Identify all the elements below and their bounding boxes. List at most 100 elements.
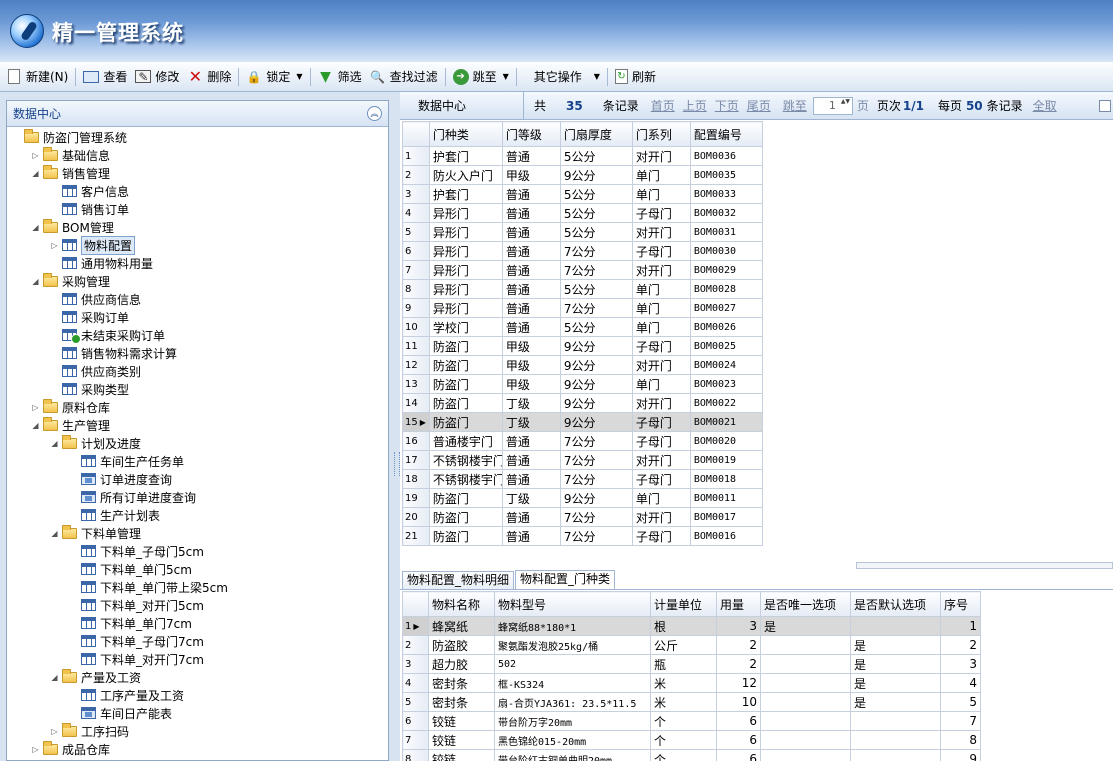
expand-down-icon[interactable]: ◢	[49, 673, 60, 682]
table-cell[interactable]: BOM0024	[689, 355, 763, 375]
tree-node[interactable]: 车间日产能表	[7, 704, 388, 722]
table-cell[interactable]: 黑色锦纶015-20mm	[494, 730, 651, 750]
row-number-cell[interactable]: 6	[402, 241, 430, 261]
table-cell[interactable]: 普通	[501, 298, 561, 318]
table-cell[interactable]: 扇-合页YJA361: 23.5*11.5	[494, 692, 651, 712]
column-header[interactable]: 计量单位	[650, 591, 717, 617]
tree-node[interactable]: ▷ 工序扫码	[7, 722, 388, 740]
table-cell[interactable]: 对开门	[631, 393, 691, 413]
table-cell[interactable]: 铰链	[428, 711, 495, 731]
table-row[interactable]: 2 防火入户门 甲级 9公分 单门 BOM0035	[402, 165, 763, 185]
table-cell[interactable]: 9公分	[559, 165, 633, 185]
expand-down-icon[interactable]: ◢	[30, 169, 41, 178]
row-number-cell[interactable]: 1	[402, 146, 430, 166]
tab-material-detail[interactable]: 物料配置_物料明细	[402, 571, 515, 589]
select-all-link[interactable]: 全取	[1033, 97, 1057, 114]
table-cell[interactable]: 学校门	[428, 317, 503, 337]
row-number-cell[interactable]: 17	[402, 450, 430, 470]
table-cell[interactable]: 米	[650, 692, 717, 712]
tree-node[interactable]: ▷ 基础信息	[7, 146, 388, 164]
row-number-cell[interactable]: 8	[402, 749, 429, 761]
table-cell[interactable]: 是	[850, 635, 941, 655]
table-cell[interactable]: 单门	[631, 298, 691, 318]
tree-node[interactable]: 通用物料用量	[7, 254, 388, 272]
table-cell[interactable]: 9	[940, 749, 981, 761]
table-row[interactable]: 17 不锈钢楼宇门 普通 7公分 对开门 BOM0019	[402, 450, 763, 470]
expand-right-icon[interactable]: ▷	[30, 745, 41, 754]
table-cell[interactable]: 子母门	[631, 412, 691, 432]
table-row[interactable]: 18 不锈钢楼宇门 普通 7公分 子母门 BOM0018	[402, 469, 763, 489]
row-number-cell[interactable]: 6	[402, 711, 429, 731]
table-cell[interactable]	[760, 711, 851, 731]
table-cell[interactable]: 单门	[631, 165, 691, 185]
table-cell[interactable]: 公斤	[650, 635, 717, 655]
table-cell[interactable]: 防盗门	[428, 488, 503, 508]
row-number-cell[interactable]: 4	[402, 203, 430, 223]
column-header[interactable]: 门种类	[428, 121, 503, 147]
table-cell[interactable]: 普通	[501, 507, 561, 527]
table-cell[interactable]: 子母门	[631, 241, 691, 261]
table-cell[interactable]: 超力胶	[428, 654, 495, 674]
table-cell[interactable]: 7公分	[559, 298, 633, 318]
table-cell[interactable]: 7公分	[559, 450, 633, 470]
table-cell[interactable]: 蜂窝纸	[428, 616, 495, 636]
table-cell[interactable]: 丁级	[501, 488, 561, 508]
table-cell[interactable]: 带台阶万字20mm	[494, 711, 651, 731]
row-number-cell[interactable]: 20	[402, 507, 430, 527]
table-cell[interactable]: 对开门	[631, 355, 691, 375]
tree-node[interactable]: ▷ 成品仓库	[7, 740, 388, 758]
table-row[interactable]: 5 异形门 普通 5公分 对开门 BOM0031	[402, 222, 763, 242]
expand-right-icon[interactable]: ▷	[30, 403, 41, 412]
table-row[interactable]: 2 防盗胶 聚氨酯发泡胶25kg/桶 公斤 2 是 2	[402, 635, 981, 655]
table-cell[interactable]: BOM0025	[689, 336, 763, 356]
table-cell[interactable]: 3	[940, 654, 981, 674]
table-cell[interactable]	[760, 673, 851, 693]
table-cell[interactable]: 9公分	[559, 393, 633, 413]
table-cell[interactable]: 7公分	[559, 469, 633, 489]
table-cell[interactable]: 普通	[501, 203, 561, 223]
find-filter-button[interactable]: 🔍 查找过滤	[366, 66, 442, 88]
table-cell[interactable]: 4	[940, 673, 981, 693]
table-cell[interactable]	[850, 749, 941, 761]
table-cell[interactable]: 带台阶红古铜单曲明20mm	[494, 749, 651, 761]
table-cell[interactable]: 5公分	[559, 146, 633, 166]
table-cell[interactable]: 普通	[501, 431, 561, 451]
horizontal-scrollbar[interactable]	[856, 562, 1113, 569]
row-number-cell[interactable]: 11	[402, 336, 430, 356]
row-number-cell[interactable]: 5	[402, 692, 429, 712]
edit-button[interactable]: ✎ 修改	[131, 66, 183, 88]
tree-node[interactable]: 销售订单	[7, 200, 388, 218]
table-cell[interactable]	[760, 692, 851, 712]
tree-node[interactable]: 车间生产任务单	[7, 452, 388, 470]
table-cell[interactable]: 是	[850, 673, 941, 693]
prev-page-link[interactable]: 上页	[683, 97, 707, 114]
table-cell[interactable]: 6	[716, 749, 761, 761]
tree-node[interactable]: 未结束采购订单	[7, 326, 388, 344]
table-cell[interactable]: 丁级	[501, 393, 561, 413]
refresh-button[interactable]: ↻ 刷新	[611, 66, 660, 88]
table-cell[interactable]: 对开门	[631, 260, 691, 280]
table-cell[interactable]: 单门	[631, 374, 691, 394]
table-cell[interactable]: 甲级	[501, 374, 561, 394]
expand-down-icon[interactable]: ◢	[30, 421, 41, 430]
table-row[interactable]: 3 超力胶 502 瓶 2 是 3	[402, 654, 981, 674]
table-cell[interactable]: 普通楼宇门	[428, 431, 503, 451]
row-number-cell[interactable]: 16	[402, 431, 430, 451]
table-row[interactable]: 9 异形门 普通 7公分 单门 BOM0027	[402, 298, 763, 318]
tree-node[interactable]: 下料单_子母门7cm	[7, 632, 388, 650]
goto-page-link[interactable]: 跳至	[783, 97, 807, 114]
table-cell[interactable]: 子母门	[631, 203, 691, 223]
table-row[interactable]: 15 ▶ 防盗门 丁级 9公分 子母门 BOM0021	[402, 412, 763, 432]
table-cell[interactable]: 6	[716, 711, 761, 731]
table-cell[interactable]: BOM0011	[689, 488, 763, 508]
new-button[interactable]: 新建(N)	[4, 66, 72, 88]
row-number-cell[interactable]: 13	[402, 374, 430, 394]
column-header[interactable]: 用量	[716, 591, 761, 617]
table-cell[interactable]: 铰链	[428, 749, 495, 761]
column-header[interactable]: 门等级	[501, 121, 561, 147]
table-cell[interactable]: 防盗胶	[428, 635, 495, 655]
tree-node[interactable]: ◢ 产量及工资	[7, 668, 388, 686]
table-row[interactable]: 6 异形门 普通 7公分 子母门 BOM0030	[402, 241, 763, 261]
table-cell[interactable]: 框-KS324	[494, 673, 651, 693]
column-header[interactable]: 序号	[940, 591, 981, 617]
